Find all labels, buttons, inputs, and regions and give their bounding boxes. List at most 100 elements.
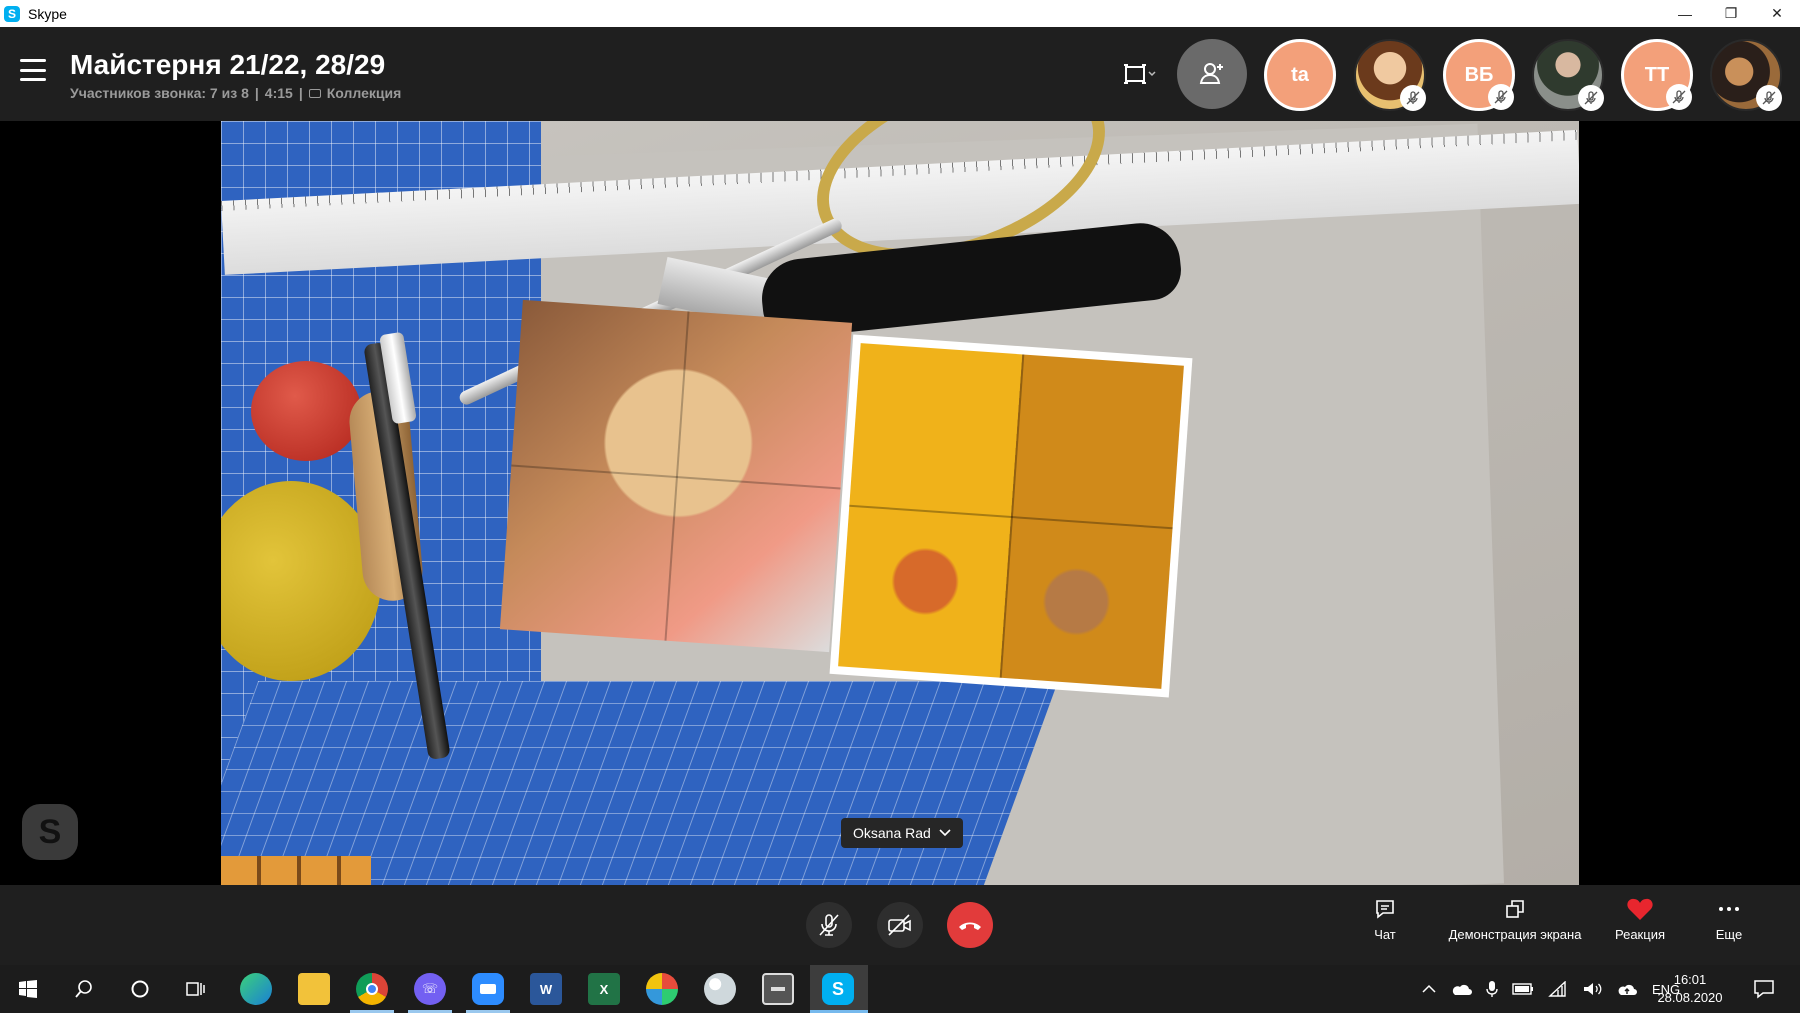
keyboard-edge	[221, 856, 371, 885]
reaction-button[interactable]: Реакция	[1610, 897, 1670, 942]
battery-icon[interactable]	[1512, 983, 1534, 995]
video-stage: S Oksana Rad	[0, 121, 1800, 885]
muted-mic-icon	[1400, 85, 1426, 111]
call-duration: 4:15	[264, 85, 293, 101]
notifications-icon	[1754, 980, 1774, 999]
viber-app[interactable]: ☏	[414, 973, 446, 1005]
chat-icon	[1376, 900, 1394, 919]
chevron-up-icon[interactable]	[1422, 984, 1436, 994]
more-label: Еще	[1715, 927, 1743, 942]
restore-button[interactable]: ❐	[1708, 0, 1754, 27]
mute-button[interactable]	[806, 902, 852, 948]
window-titlebar: S Skype — ❐ ✕	[0, 0, 1800, 27]
chat-button[interactable]: Чат	[1370, 897, 1400, 942]
participant-avatar[interactable]: ВБ	[1443, 39, 1515, 111]
layout-switch-button[interactable]	[1118, 59, 1162, 89]
window-controls: — ❐ ✕	[1662, 0, 1800, 27]
cortana-button[interactable]	[124, 973, 156, 1005]
call-subtitle: Участников звонка: 7 из 8 | 4:15 | Колле…	[70, 85, 401, 101]
chrome-icon	[366, 983, 378, 995]
start-button[interactable]	[12, 973, 44, 1005]
paint-app[interactable]	[704, 973, 736, 1005]
add-person-icon	[1199, 63, 1223, 84]
menu-icon[interactable]	[20, 59, 46, 81]
zoom-icon	[480, 984, 496, 994]
zoom-app[interactable]	[472, 973, 504, 1005]
add-participant-button[interactable]	[1177, 39, 1247, 109]
minimize-button[interactable]: —	[1662, 0, 1708, 27]
avatar-initials: ta	[1291, 63, 1309, 86]
calculator-icon	[771, 987, 785, 991]
end-call-button[interactable]	[947, 902, 993, 948]
windows-logo-icon	[19, 980, 37, 998]
call-header: Майстерня 21/22, 28/29 Участников звонка…	[0, 27, 1800, 121]
chrome-app[interactable]	[356, 973, 388, 1005]
hang-up-icon	[959, 922, 981, 930]
task-view-icon	[186, 982, 205, 996]
skype-logo-icon: S	[4, 5, 20, 22]
task-view-button[interactable]	[180, 973, 212, 1005]
onedrive-icon[interactable]	[1450, 982, 1472, 996]
screen-share-icon	[1506, 900, 1524, 918]
muted-mic-icon	[1578, 85, 1604, 111]
action-center-button[interactable]	[1748, 973, 1780, 1005]
skype-icon: S	[831, 978, 844, 999]
file-explorer-app[interactable]	[298, 973, 330, 1005]
close-button[interactable]: ✕	[1754, 0, 1800, 27]
speaker-name-tag[interactable]: Oksana Rad	[841, 818, 963, 848]
avatar-initials: ТТ	[1644, 63, 1670, 86]
video-toggle-button[interactable]	[877, 902, 923, 948]
heart-icon	[1627, 898, 1653, 920]
clock-date: 28.08.2020	[1657, 990, 1723, 1005]
microphone-icon[interactable]	[1486, 980, 1498, 998]
cutting-mat-bottom	[221, 681, 1059, 885]
calculator-app[interactable]	[762, 973, 794, 1005]
paint3d-app[interactable]	[646, 973, 678, 1005]
more-options-button[interactable]: Еще	[1713, 897, 1745, 942]
participant-avatar[interactable]: ta	[1264, 39, 1336, 111]
skype-app[interactable]: S	[822, 973, 854, 1005]
layout-icon	[1124, 64, 1156, 84]
excel-icon: X	[599, 981, 609, 997]
cat-picture-cubes	[499, 299, 853, 653]
call-title[interactable]: Майстерня 21/22, 28/29	[70, 49, 385, 81]
edge-app[interactable]	[240, 973, 272, 1005]
search-icon	[75, 980, 92, 998]
chat-label: Чат	[1374, 927, 1396, 942]
more-icon	[1719, 907, 1739, 911]
subtitle-separator: |	[298, 85, 303, 101]
collection-link[interactable]: Коллекция	[327, 85, 402, 101]
system-tray: ENG	[1422, 965, 1680, 1013]
call-controls: Чат Демонстрация экрана Реакция Еще	[0, 885, 1800, 965]
chevron-down-icon	[939, 829, 951, 837]
viber-icon: ☏	[421, 981, 439, 996]
volume-icon[interactable]	[1582, 981, 1602, 997]
subtitle-separator: |	[254, 85, 259, 101]
red-cap	[251, 361, 361, 461]
mic-off-icon	[819, 914, 839, 936]
camera-off-icon	[888, 914, 911, 936]
participant-avatar[interactable]: ТТ	[1621, 39, 1693, 111]
system-clock[interactable]: 16:01 28.08.2020	[1650, 971, 1730, 1007]
shared-video-feed[interactable]	[221, 121, 1579, 885]
cloud-upload-icon[interactable]	[1616, 981, 1638, 997]
speaker-name: Oksana Rad	[853, 825, 931, 841]
dolls-picture-cubes	[829, 334, 1193, 698]
window-title: Skype	[28, 5, 67, 22]
wifi-icon[interactable]	[1548, 981, 1568, 997]
collection-icon	[308, 88, 321, 98]
windows-taskbar: ☏ W X S ENG 16:01 28.08.2020	[0, 965, 1800, 1013]
word-icon: W	[539, 981, 553, 997]
participants-count: Участников звонка: 7 из 8	[70, 85, 249, 101]
participant-avatar[interactable]	[1710, 39, 1782, 111]
muted-mic-icon	[1666, 84, 1692, 110]
skype-watermark-icon: S	[22, 804, 78, 860]
participant-avatar[interactable]	[1354, 39, 1426, 111]
word-app[interactable]: W	[530, 973, 562, 1005]
muted-mic-icon	[1488, 84, 1514, 110]
search-button[interactable]	[68, 973, 100, 1005]
screen-share-button[interactable]: Демонстрация экрана	[1440, 897, 1590, 942]
clock-time: 16:01	[1673, 972, 1707, 987]
participant-avatar[interactable]	[1532, 39, 1604, 111]
excel-app[interactable]: X	[588, 973, 620, 1005]
